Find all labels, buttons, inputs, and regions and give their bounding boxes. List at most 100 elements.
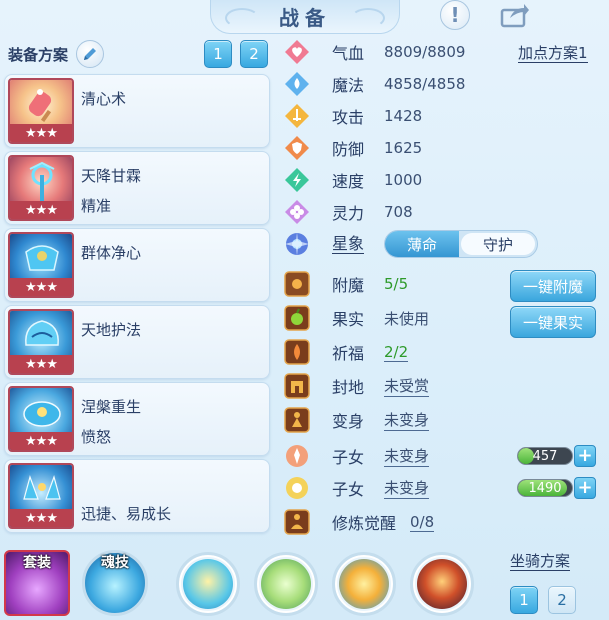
passive-slot-dragon-icon[interactable]: [332, 552, 396, 616]
stat-blessing: 祈福 2/2: [284, 338, 606, 366]
equip-scheme-1-button[interactable]: 1: [204, 40, 232, 68]
skill-stars: ★★★: [10, 278, 72, 296]
mount-scheme-2-button[interactable]: 2: [548, 586, 576, 614]
one-click-fruit-button[interactable]: 一键果实: [510, 306, 596, 338]
share-icon[interactable]: [498, 0, 532, 30]
soul-skill-label: 魂技: [101, 555, 129, 571]
skill-card[interactable]: ★★★ 涅槃重生 愤怒: [4, 382, 270, 456]
equip-title: 装备方案: [8, 45, 69, 64]
skill-card[interactable]: ★★★ 迅捷、易成长: [4, 459, 270, 533]
cultivation-figure-icon: [284, 509, 310, 535]
stat-value: 4858/4858: [384, 75, 466, 93]
add-point-scheme-link[interactable]: 加点方案1: [518, 44, 588, 63]
mount-scheme-label: 坐骑方案: [510, 552, 571, 571]
mount-scheme-buttons: 1 2: [510, 586, 576, 614]
star-compass-icon: [284, 231, 310, 257]
equip-scheme-buttons: 1 2: [204, 40, 268, 68]
stat-spi: 灵力 708: [284, 198, 606, 226]
info-icon[interactable]: !: [440, 0, 470, 30]
skill-armor-icon: ★★★: [8, 232, 74, 298]
stat-value[interactable]: 2/2: [384, 343, 409, 362]
stat-label: 灵力: [332, 204, 365, 223]
passive-slot-twin-figures-icon[interactable]: [410, 552, 474, 616]
stat-star: 星象 薄命 守护: [284, 230, 606, 258]
page-title: 战备: [279, 6, 331, 30]
toggle-option-bomin[interactable]: 薄命: [385, 231, 460, 257]
skill-card[interactable]: ★★★ 清心术: [4, 74, 270, 148]
skill-name: 清心术: [81, 90, 127, 108]
enchant-icon: [284, 271, 310, 297]
speed-bolt-icon: [284, 167, 310, 193]
stat-label[interactable]: 星象: [332, 234, 365, 254]
skill-phoenix-icon: ★★★: [8, 386, 74, 452]
skill-stars: ★★★: [10, 432, 72, 450]
stat-label: 子女: [332, 480, 365, 499]
skill-name: 群体净心: [81, 244, 142, 262]
skill-sub: 迅捷、易成长: [81, 505, 172, 523]
stat-def: 防御 1625: [284, 134, 606, 162]
spirit-flower-icon: [284, 199, 310, 225]
stat-value: 1000: [384, 171, 423, 189]
child-sun-icon: [284, 475, 310, 501]
equip-scheme-2-button[interactable]: 2: [240, 40, 268, 68]
mount-scheme-1-button[interactable]: 1: [510, 586, 538, 614]
stat-label: 祈福: [332, 344, 365, 363]
stat-label: 攻击: [332, 108, 365, 127]
stat-cultivation: 修炼觉醒 0/8: [284, 508, 606, 536]
sword-icon: [284, 103, 310, 129]
fief-gate-icon: [284, 373, 310, 399]
star-toggle[interactable]: 薄命 守护: [384, 230, 539, 258]
title-banner: 战备: [210, 0, 400, 34]
fruit-icon: [284, 305, 310, 331]
stat-label: 气血: [332, 44, 365, 63]
stat-value: 5/5: [384, 275, 409, 293]
child-2-progress-bar: 1490: [517, 479, 573, 497]
stat-label: 修炼觉醒: [332, 514, 397, 533]
stat-fief: 封地 未受赏: [284, 372, 606, 400]
skill-sub: 精准: [81, 197, 112, 215]
stat-label: 附魔: [332, 276, 365, 295]
skill-name: 天地护法: [81, 321, 142, 339]
skill-card[interactable]: ★★★ 天地护法: [4, 305, 270, 379]
blessing-icon: [284, 339, 310, 365]
equip-header: 装备方案 1 2: [8, 40, 270, 68]
skill-stars: ★★★: [10, 355, 72, 373]
stat-value: 1625: [384, 139, 423, 157]
stat-value[interactable]: 未受赏: [384, 375, 430, 397]
skill-twin-armor-icon: ★★★: [8, 463, 74, 529]
skill-card[interactable]: ★★★ 天降甘霖 精准: [4, 151, 270, 225]
stat-value[interactable]: 未变身: [384, 409, 430, 431]
stat-value: 708: [384, 203, 413, 221]
stat-value: 未使用: [384, 309, 430, 328]
child-1-progress-bar: 457: [517, 447, 573, 465]
stat-value[interactable]: 未变身: [384, 477, 430, 499]
skill-popsicle-icon: ★★★: [8, 78, 74, 144]
stat-value: 1428: [384, 107, 423, 125]
mana-drop-icon: [284, 71, 310, 97]
passive-slot-lotus-icon[interactable]: [254, 552, 318, 616]
one-click-enchant-button[interactable]: 一键附魔: [510, 270, 596, 302]
stat-label: 防御: [332, 140, 365, 159]
skill-stars: ★★★: [10, 201, 72, 219]
child-2-add-button[interactable]: +: [574, 477, 596, 499]
stat-transform: 变身 未变身: [284, 406, 606, 434]
child-1-add-button[interactable]: +: [574, 445, 596, 467]
skill-list: ★★★ 清心术 ★★★ 天降甘霖 精准 ★★★ 群体净心 ★★★ 天地护法 ★★…: [4, 74, 270, 536]
stat-label: 子女: [332, 448, 365, 467]
skill-name: 涅槃重生: [81, 398, 142, 416]
stat-value[interactable]: 0/8: [410, 513, 435, 532]
set-slot[interactable]: 套装: [4, 546, 70, 616]
stat-label: 魔法: [332, 76, 365, 95]
edit-pencil-icon[interactable]: [76, 40, 105, 68]
stat-spd: 速度 1000: [284, 166, 606, 194]
soul-skill-slot[interactable]: 魂技: [82, 546, 148, 616]
stat-label: 变身: [332, 412, 365, 431]
passive-slot-golden-figure-icon[interactable]: [176, 552, 240, 616]
skill-card[interactable]: ★★★ 群体净心: [4, 228, 270, 302]
skill-name: 天降甘霖: [81, 167, 142, 185]
stat-hp: 气血 8809/8809 加点方案1: [284, 38, 606, 66]
child-torch-icon: [284, 443, 310, 469]
skill-sub: 愤怒: [81, 428, 112, 446]
stat-value[interactable]: 未变身: [384, 445, 430, 467]
toggle-option-shouhu[interactable]: 守护: [461, 233, 536, 255]
